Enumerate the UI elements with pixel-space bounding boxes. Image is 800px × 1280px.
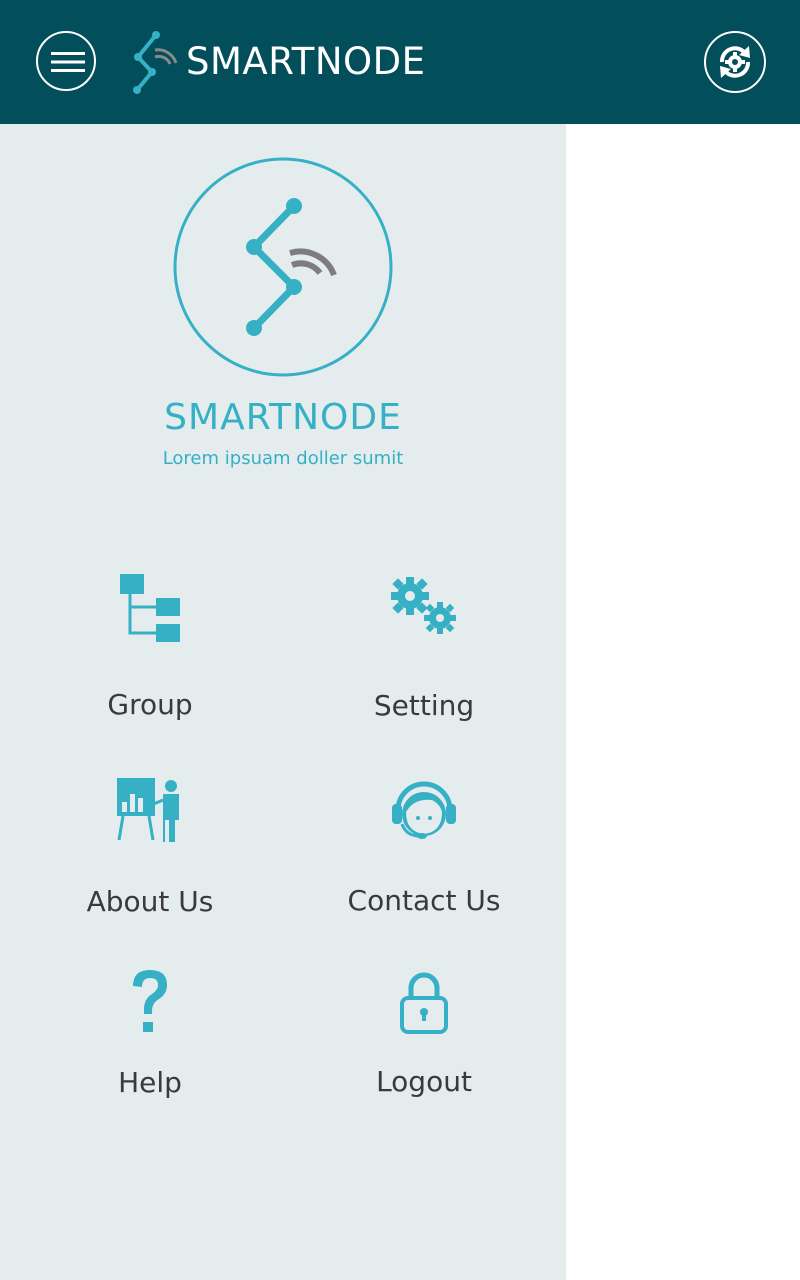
menu-item-help[interactable]: Help bbox=[40, 960, 260, 1130]
smartnode-logo-icon bbox=[133, 31, 178, 94]
sync-settings-button[interactable] bbox=[704, 31, 766, 93]
hamburger-icon bbox=[51, 52, 85, 72]
menu-button[interactable] bbox=[36, 31, 96, 91]
menu-item-label: About Us bbox=[86, 885, 214, 918]
app-header: SMARTNODE bbox=[0, 0, 800, 124]
menu-item-label: Group bbox=[107, 688, 193, 721]
gear-sync-icon bbox=[720, 46, 750, 78]
menu-item-logout[interactable]: Logout bbox=[314, 960, 534, 1130]
menu-item-label: Setting bbox=[373, 689, 475, 722]
menu-item-setting[interactable]: Setting bbox=[314, 564, 534, 734]
menu-item-label: Contact Us bbox=[347, 884, 501, 917]
menu-item-group[interactable]: Group bbox=[40, 564, 260, 734]
headset-support-icon bbox=[392, 781, 456, 839]
menu-item-about-us[interactable]: About Us bbox=[40, 768, 260, 938]
main-content-area bbox=[566, 124, 800, 1280]
app-title: SMARTNODE bbox=[186, 40, 426, 83]
drawer-subtitle: Lorem ipsuam doller sumit bbox=[162, 448, 404, 469]
menu-item-label: Logout bbox=[376, 1065, 472, 1098]
drawer-title: SMARTNODE bbox=[164, 397, 402, 438]
smartnode-large-logo-icon bbox=[173, 157, 393, 377]
question-mark-icon bbox=[133, 970, 167, 1032]
gears-icon bbox=[391, 577, 456, 634]
group-hierarchy-icon bbox=[120, 574, 180, 642]
menu-item-label: Help bbox=[118, 1066, 182, 1099]
presenter-icon bbox=[117, 778, 179, 842]
navigation-drawer: SMARTNODE Lorem ipsuam doller sumit Grou… bbox=[0, 124, 566, 1280]
padlock-icon bbox=[400, 972, 448, 1034]
menu-item-contact-us[interactable]: Contact Us bbox=[314, 768, 534, 938]
